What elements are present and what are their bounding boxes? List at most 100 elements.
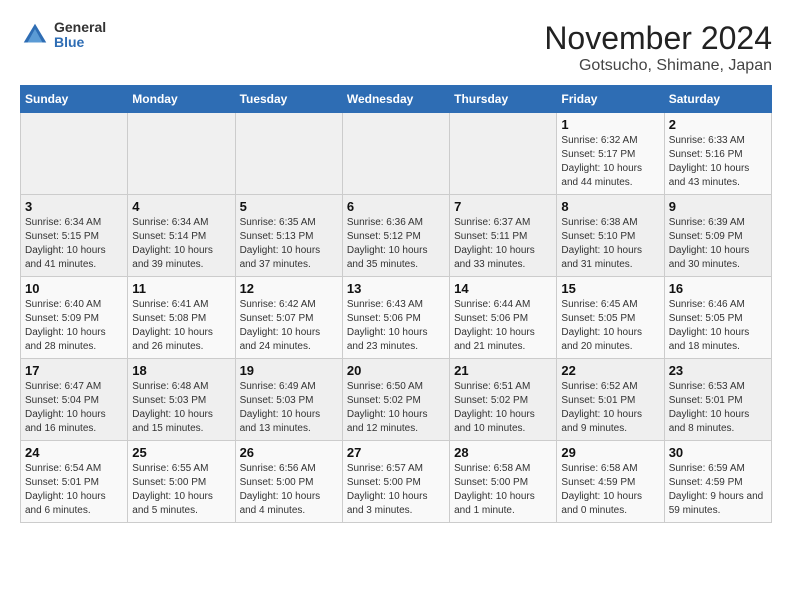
calendar-cell: 9 Sunrise: 6:39 AM Sunset: 5:09 PM Daylig… bbox=[664, 195, 771, 277]
day-number: 2 bbox=[669, 117, 767, 132]
calendar-cell bbox=[450, 113, 557, 195]
calendar-cell: 16 Sunrise: 6:46 AM Sunset: 5:05 PM Dayli… bbox=[664, 277, 771, 359]
day-detail: Sunrise: 6:36 AM Sunset: 5:12 PM Dayligh… bbox=[347, 216, 445, 272]
days-of-week-row: SundayMondayTuesdayWednesdayThursdayFrid… bbox=[21, 86, 772, 113]
calendar-week-2: 3Sunrise: 6:34 AM Sunset: 5:15 PM Daylig… bbox=[21, 195, 772, 277]
calendar-cell: 26Sunrise: 6:56 AM Sunset: 5:00 PM Dayli… bbox=[235, 441, 342, 523]
calendar-cell: 7 Sunrise: 6:37 AM Sunset: 5:11 PM Daylig… bbox=[450, 195, 557, 277]
day-number: 8 bbox=[561, 199, 659, 214]
calendar-cell: 27Sunrise: 6:57 AM Sunset: 5:00 PM Dayli… bbox=[342, 441, 449, 523]
logo-text: General Blue bbox=[54, 20, 106, 51]
calendar-cell: 22 Sunrise: 6:52 AM Sunset: 5:01 PM Dayli… bbox=[557, 359, 664, 441]
day-number: 3 bbox=[25, 199, 123, 214]
day-number: 29 bbox=[561, 445, 659, 460]
logo-blue: Blue bbox=[54, 35, 106, 50]
calendar-cell: 25Sunrise: 6:55 AM Sunset: 5:00 PM Dayli… bbox=[128, 441, 235, 523]
calendar-cell: 6 Sunrise: 6:36 AM Sunset: 5:12 PM Daylig… bbox=[342, 195, 449, 277]
day-number: 19 bbox=[240, 363, 338, 378]
day-number: 6 bbox=[347, 199, 445, 214]
calendar-cell: 12 Sunrise: 6:42 AM Sunset: 5:07 PM Dayli… bbox=[235, 277, 342, 359]
day-detail: Sunrise: 6:43 AM Sunset: 5:06 PM Dayligh… bbox=[347, 298, 445, 354]
calendar-cell: 24 Sunrise: 6:54 AM Sunset: 5:01 PM Dayli… bbox=[21, 441, 128, 523]
day-detail: Sunrise: 6:47 AM Sunset: 5:04 PM Dayligh… bbox=[25, 380, 123, 436]
day-detail: Sunrise: 6:53 AM Sunset: 5:01 PM Dayligh… bbox=[669, 380, 767, 436]
logo-general: General bbox=[54, 20, 106, 35]
page-title: November 2024 bbox=[544, 20, 772, 57]
calendar-week-4: 17 Sunrise: 6:47 AM Sunset: 5:04 PM Dayli… bbox=[21, 359, 772, 441]
calendar-cell: 14 Sunrise: 6:44 AM Sunset: 5:06 PM Dayli… bbox=[450, 277, 557, 359]
logo: General Blue bbox=[20, 20, 106, 51]
day-number: 17 bbox=[25, 363, 123, 378]
day-number: 18 bbox=[132, 363, 230, 378]
day-detail: Sunrise: 6:34 AM Sunset: 5:14 PM Dayligh… bbox=[132, 216, 230, 272]
calendar-week-1: 1Sunrise: 6:32 AM Sunset: 5:17 PM Daylig… bbox=[21, 113, 772, 195]
calendar-header: SundayMondayTuesdayWednesdayThursdayFrid… bbox=[21, 86, 772, 113]
calendar-cell: 1Sunrise: 6:32 AM Sunset: 5:17 PM Daylig… bbox=[557, 113, 664, 195]
calendar-cell: 28Sunrise: 6:58 AM Sunset: 5:00 PM Dayli… bbox=[450, 441, 557, 523]
calendar-cell: 23 Sunrise: 6:53 AM Sunset: 5:01 PM Dayli… bbox=[664, 359, 771, 441]
day-detail: Sunrise: 6:54 AM Sunset: 5:01 PM Dayligh… bbox=[25, 462, 123, 518]
day-detail: Sunrise: 6:42 AM Sunset: 5:07 PM Dayligh… bbox=[240, 298, 338, 354]
day-header-sunday: Sunday bbox=[21, 86, 128, 113]
day-number: 23 bbox=[669, 363, 767, 378]
calendar-body: 1Sunrise: 6:32 AM Sunset: 5:17 PM Daylig… bbox=[21, 113, 772, 523]
logo-icon bbox=[20, 20, 50, 50]
day-detail: Sunrise: 6:45 AM Sunset: 5:05 PM Dayligh… bbox=[561, 298, 659, 354]
day-detail: Sunrise: 6:59 AM Sunset: 4:59 PM Dayligh… bbox=[669, 462, 767, 518]
calendar-cell: 18 Sunrise: 6:48 AM Sunset: 5:03 PM Dayli… bbox=[128, 359, 235, 441]
day-number: 22 bbox=[561, 363, 659, 378]
day-number: 9 bbox=[669, 199, 767, 214]
calendar-cell bbox=[128, 113, 235, 195]
day-number: 14 bbox=[454, 281, 552, 296]
calendar: SundayMondayTuesdayWednesdayThursdayFrid… bbox=[20, 85, 772, 523]
day-number: 11 bbox=[132, 281, 230, 296]
day-detail: Sunrise: 6:33 AM Sunset: 5:16 PM Dayligh… bbox=[669, 134, 767, 190]
calendar-cell: 30 Sunrise: 6:59 AM Sunset: 4:59 PM Dayli… bbox=[664, 441, 771, 523]
day-number: 10 bbox=[25, 281, 123, 296]
calendar-cell: 13 Sunrise: 6:43 AM Sunset: 5:06 PM Dayli… bbox=[342, 277, 449, 359]
day-number: 21 bbox=[454, 363, 552, 378]
calendar-cell: 4 Sunrise: 6:34 AM Sunset: 5:14 PM Daylig… bbox=[128, 195, 235, 277]
day-number: 16 bbox=[669, 281, 767, 296]
day-detail: Sunrise: 6:39 AM Sunset: 5:09 PM Dayligh… bbox=[669, 216, 767, 272]
day-header-wednesday: Wednesday bbox=[342, 86, 449, 113]
day-number: 7 bbox=[454, 199, 552, 214]
calendar-week-5: 24 Sunrise: 6:54 AM Sunset: 5:01 PM Dayli… bbox=[21, 441, 772, 523]
day-number: 4 bbox=[132, 199, 230, 214]
page-subtitle: Gotsucho, Shimane, Japan bbox=[544, 57, 772, 75]
calendar-cell bbox=[235, 113, 342, 195]
day-detail: Sunrise: 6:35 AM Sunset: 5:13 PM Dayligh… bbox=[240, 216, 338, 272]
day-detail: Sunrise: 6:52 AM Sunset: 5:01 PM Dayligh… bbox=[561, 380, 659, 436]
day-number: 25 bbox=[132, 445, 230, 460]
day-detail: Sunrise: 6:49 AM Sunset: 5:03 PM Dayligh… bbox=[240, 380, 338, 436]
calendar-cell: 10Sunrise: 6:40 AM Sunset: 5:09 PM Dayli… bbox=[21, 277, 128, 359]
calendar-cell: 19 Sunrise: 6:49 AM Sunset: 5:03 PM Dayli… bbox=[235, 359, 342, 441]
day-header-tuesday: Tuesday bbox=[235, 86, 342, 113]
day-detail: Sunrise: 6:38 AM Sunset: 5:10 PM Dayligh… bbox=[561, 216, 659, 272]
day-detail: Sunrise: 6:58 AM Sunset: 4:59 PM Dayligh… bbox=[561, 462, 659, 518]
calendar-cell: 15Sunrise: 6:45 AM Sunset: 5:05 PM Dayli… bbox=[557, 277, 664, 359]
day-detail: Sunrise: 6:56 AM Sunset: 5:00 PM Dayligh… bbox=[240, 462, 338, 518]
header: General Blue November 2024 Gotsucho, Shi… bbox=[20, 20, 772, 75]
day-number: 24 bbox=[25, 445, 123, 460]
day-detail: Sunrise: 6:46 AM Sunset: 5:05 PM Dayligh… bbox=[669, 298, 767, 354]
calendar-cell: 29 Sunrise: 6:58 AM Sunset: 4:59 PM Dayli… bbox=[557, 441, 664, 523]
calendar-cell bbox=[342, 113, 449, 195]
calendar-cell: 8 Sunrise: 6:38 AM Sunset: 5:10 PM Daylig… bbox=[557, 195, 664, 277]
day-number: 20 bbox=[347, 363, 445, 378]
calendar-cell: 20Sunrise: 6:50 AM Sunset: 5:02 PM Dayli… bbox=[342, 359, 449, 441]
day-detail: Sunrise: 6:51 AM Sunset: 5:02 PM Dayligh… bbox=[454, 380, 552, 436]
day-detail: Sunrise: 6:44 AM Sunset: 5:06 PM Dayligh… bbox=[454, 298, 552, 354]
day-number: 1 bbox=[561, 117, 659, 132]
day-number: 12 bbox=[240, 281, 338, 296]
calendar-cell: 2 Sunrise: 6:33 AM Sunset: 5:16 PM Daylig… bbox=[664, 113, 771, 195]
calendar-cell: 21 Sunrise: 6:51 AM Sunset: 5:02 PM Dayli… bbox=[450, 359, 557, 441]
day-number: 13 bbox=[347, 281, 445, 296]
day-detail: Sunrise: 6:37 AM Sunset: 5:11 PM Dayligh… bbox=[454, 216, 552, 272]
calendar-week-3: 10Sunrise: 6:40 AM Sunset: 5:09 PM Dayli… bbox=[21, 277, 772, 359]
day-header-monday: Monday bbox=[128, 86, 235, 113]
day-detail: Sunrise: 6:58 AM Sunset: 5:00 PM Dayligh… bbox=[454, 462, 552, 518]
title-area: November 2024 Gotsucho, Shimane, Japan bbox=[544, 20, 772, 75]
day-detail: Sunrise: 6:48 AM Sunset: 5:03 PM Dayligh… bbox=[132, 380, 230, 436]
day-number: 30 bbox=[669, 445, 767, 460]
